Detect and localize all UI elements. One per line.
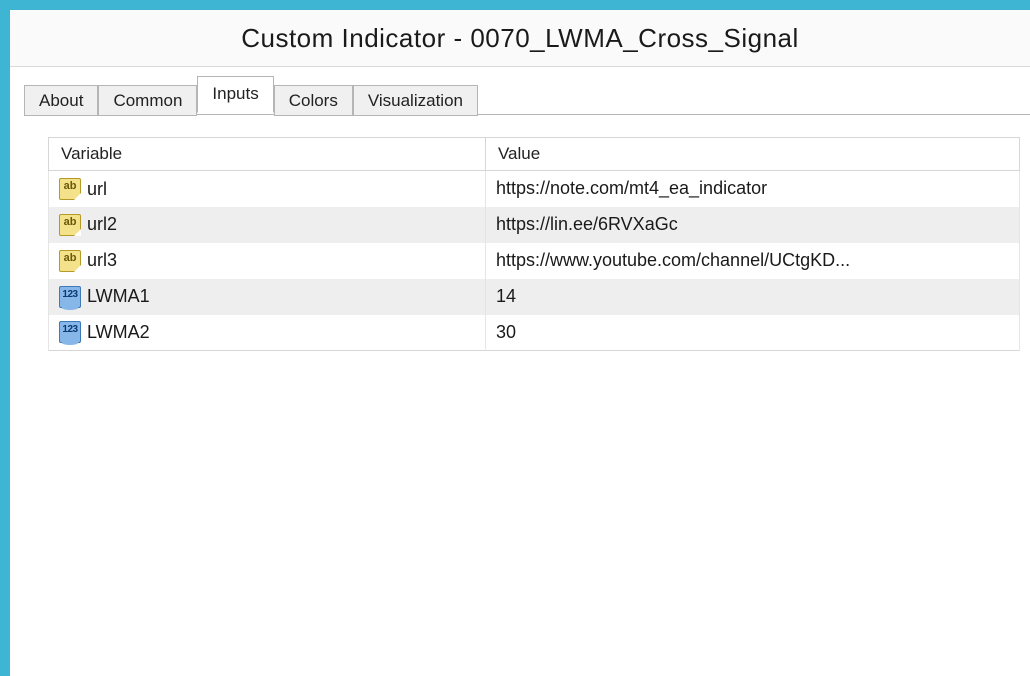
column-header-value[interactable]: Value bbox=[485, 138, 1019, 171]
table-row[interactable]: ab url2 https://lin.ee/6RVXaGc bbox=[49, 207, 1020, 243]
variable-cell[interactable]: ab url3 bbox=[49, 243, 486, 279]
variable-cell[interactable]: 123 LWMA1 bbox=[49, 279, 486, 315]
variable-cell[interactable]: ab url2 bbox=[49, 207, 486, 243]
tab-common[interactable]: Common bbox=[98, 85, 197, 116]
inputs-panel: Variable Value aburlhttps://note.com/mt4… bbox=[48, 137, 1020, 676]
tab-colors[interactable]: Colors bbox=[274, 85, 353, 116]
table-row[interactable]: 123 LWMA1 14 bbox=[49, 279, 1020, 315]
tab-about[interactable]: About bbox=[24, 85, 98, 116]
string-type-icon: ab bbox=[59, 178, 81, 200]
value-cell[interactable]: https://www.youtube.com/channel/UCtgKD..… bbox=[485, 243, 1019, 279]
value-cell[interactable]: 30 bbox=[485, 315, 1019, 351]
table-header-row: Variable Value bbox=[49, 138, 1020, 171]
dialog-window: Custom Indicator - 0070_LWMA_Cross_Signa… bbox=[0, 0, 1030, 676]
string-type-icon: ab bbox=[59, 214, 81, 236]
variable-cell[interactable]: 123 LWMA2 bbox=[49, 315, 486, 351]
table-row[interactable]: aburlhttps://note.com/mt4_ea_indicator bbox=[49, 171, 1020, 207]
tab-strip: About Common Inputs Colors Visualization bbox=[10, 77, 1030, 115]
column-header-variable[interactable]: Variable bbox=[49, 138, 486, 171]
window-title: Custom Indicator - 0070_LWMA_Cross_Signa… bbox=[241, 23, 799, 54]
variable-name: LWMA2 bbox=[87, 322, 150, 342]
table-row[interactable]: ab url3 https://www.youtube.com/channel/UC… bbox=[49, 243, 1020, 279]
string-type-icon: ab bbox=[59, 250, 81, 272]
title-bar: Custom Indicator - 0070_LWMA_Cross_Signa… bbox=[10, 10, 1030, 66]
value-cell[interactable]: https://note.com/mt4_ea_indicator bbox=[485, 171, 1019, 207]
integer-type-icon: 123 bbox=[59, 321, 81, 343]
integer-type-icon: 123 bbox=[59, 286, 81, 308]
table-row[interactable]: 123 LWMA2 30 bbox=[49, 315, 1020, 351]
variable-name: url bbox=[87, 178, 107, 198]
variable-name: url2 bbox=[87, 214, 117, 234]
variable-cell[interactable]: aburl bbox=[49, 171, 486, 207]
tab-visualization[interactable]: Visualization bbox=[353, 85, 478, 116]
inputs-table[interactable]: Variable Value aburlhttps://note.com/mt4… bbox=[48, 137, 1020, 351]
value-cell[interactable]: https://lin.ee/6RVXaGc bbox=[485, 207, 1019, 243]
tab-inputs[interactable]: Inputs bbox=[197, 76, 273, 113]
variable-name: url3 bbox=[87, 250, 117, 270]
value-cell[interactable]: 14 bbox=[485, 279, 1019, 315]
variable-name: LWMA1 bbox=[87, 286, 150, 306]
client-area: About Common Inputs Colors Visualization… bbox=[10, 66, 1030, 676]
